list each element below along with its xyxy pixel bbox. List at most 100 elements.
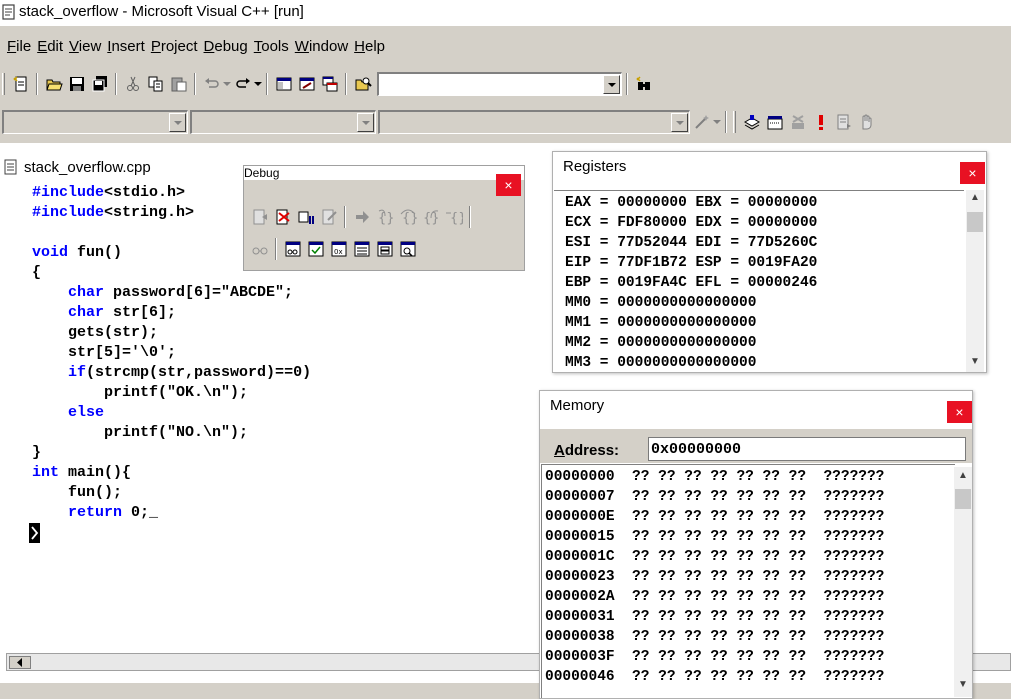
execute-button[interactable] [809, 111, 832, 133]
debug-break-button[interactable] [294, 206, 317, 228]
window-list-button[interactable] [318, 73, 341, 95]
stop-debugging-icon [276, 209, 290, 225]
code-line[interactable]: str[5]='\0'; [32, 343, 311, 363]
debug-apply-changes-button[interactable] [317, 206, 340, 228]
call-stack-button[interactable] [373, 238, 396, 260]
registers-scroll-thumb[interactable] [967, 212, 983, 232]
find-in-files-button[interactable] [351, 73, 374, 95]
find-combo[interactable] [377, 72, 622, 96]
toolbar-grip[interactable] [2, 73, 5, 95]
memory-button[interactable] [350, 238, 373, 260]
step-into-button[interactable]: {} [373, 206, 396, 228]
caret-icon [31, 526, 39, 540]
code-line[interactable]: char str[6]; [32, 303, 311, 323]
stop-build-button[interactable] [786, 111, 809, 133]
go-button[interactable] [832, 111, 855, 133]
registers-vertical-scrollbar[interactable]: ▲ ▼ [966, 190, 984, 372]
menu-edit[interactable]: Edit [34, 38, 66, 55]
memory-vertical-scrollbar[interactable]: ▲ ▼ [954, 467, 972, 697]
code-line[interactable]: } [32, 443, 311, 463]
code-line[interactable]: else [32, 403, 311, 423]
copy-button[interactable] [144, 73, 167, 95]
register-line: MM0 = 0000000000000000 [565, 295, 757, 311]
compile-button[interactable] [740, 111, 763, 133]
quickwatch-button[interactable] [248, 238, 271, 260]
menu-debug[interactable]: Debug [201, 38, 251, 55]
code-line[interactable]: return 0;_ [32, 503, 311, 523]
menu-file[interactable]: File [4, 38, 34, 55]
memory-row: 00000000 ?? ?? ?? ?? ?? ?? ?? ??????? [545, 467, 955, 487]
memory-row: 0000000E ?? ?? ?? ?? ?? ?? ?? ??????? [545, 507, 955, 527]
new-file-icon [12, 76, 26, 92]
registers-button[interactable]: 0x [327, 238, 350, 260]
output-button[interactable] [295, 73, 318, 95]
redo-dropdown[interactable] [254, 73, 262, 95]
disassembly-button[interactable] [396, 238, 419, 260]
save-all-button[interactable] [88, 73, 111, 95]
menu-project[interactable]: Project [148, 38, 201, 55]
paste-button[interactable] [167, 73, 190, 95]
debug-restart-button[interactable] [248, 206, 271, 228]
undo-button[interactable] [200, 73, 223, 95]
watch-button[interactable] [281, 238, 304, 260]
cut-button[interactable] [121, 73, 144, 95]
save-button[interactable] [65, 73, 88, 95]
svg-text:0x: 0x [334, 248, 343, 256]
memory-address: 0000001C [545, 549, 615, 565]
member-combo[interactable] [378, 110, 690, 134]
output-icon [299, 77, 314, 91]
menu-window[interactable]: Window [292, 38, 351, 55]
scroll-up-icon[interactable]: ▲ [966, 192, 984, 208]
code-line[interactable]: char password[6]="ABCDE"; [32, 283, 311, 303]
step-over-button[interactable]: {} [396, 206, 419, 228]
run-to-cursor-button[interactable]: {} [442, 206, 465, 228]
workspace-icon [276, 77, 291, 91]
menu-tools[interactable]: Tools [251, 38, 292, 55]
address-label: Address: [554, 442, 620, 459]
find-button[interactable] [632, 73, 655, 95]
memory-address: 00000031 [545, 609, 615, 625]
member-combo-dropdown[interactable] [671, 113, 688, 132]
filter-combo[interactable] [190, 110, 376, 134]
registers-close-button[interactable]: × [960, 162, 985, 184]
debug-stop-button[interactable] [271, 206, 294, 228]
scroll-down-icon[interactable]: ▼ [954, 679, 972, 695]
register-line: EBP = 0019FA4C EFL = 00000246 [565, 275, 818, 291]
step-out-button[interactable]: {} [419, 206, 442, 228]
standard-toolbar [0, 68, 760, 100]
breakpoint-button[interactable] [855, 111, 878, 133]
build-button[interactable] [763, 111, 786, 133]
code-line[interactable]: printf("NO.\n"); [32, 423, 311, 443]
workspace-button[interactable] [272, 73, 295, 95]
wizard-action-dropdown[interactable] [713, 111, 721, 133]
code-line[interactable]: if(strcmp(str,password)==0) [32, 363, 311, 383]
class-combo[interactable] [2, 110, 188, 134]
menu-view[interactable]: View [66, 38, 104, 55]
redo-button[interactable] [231, 73, 254, 95]
open-folder-icon [45, 79, 63, 91]
class-combo-dropdown[interactable] [169, 113, 186, 132]
menu-help[interactable]: Help [351, 38, 388, 55]
open-button[interactable] [42, 73, 65, 95]
show-next-statement-button[interactable] [350, 206, 373, 228]
code-line[interactable]: int main(){ [32, 463, 311, 483]
build-icon [767, 116, 782, 130]
scroll-left-button[interactable] [9, 656, 31, 669]
wizard-action-button[interactable] [690, 111, 713, 133]
code-line[interactable]: fun(); [32, 483, 311, 503]
scroll-up-icon[interactable]: ▲ [954, 470, 972, 486]
new-file-button[interactable] [9, 73, 32, 95]
find-combo-dropdown[interactable] [603, 75, 620, 94]
undo-dropdown[interactable] [223, 73, 231, 95]
variables-button[interactable] [304, 238, 327, 260]
svg-text:{}: {} [450, 211, 463, 226]
scroll-down-icon[interactable]: ▼ [966, 356, 984, 372]
filter-combo-dropdown[interactable] [357, 113, 374, 132]
memory-scroll-thumb[interactable] [955, 489, 971, 509]
menu-insert[interactable]: Insert [104, 38, 148, 55]
debug-close-button[interactable]: × [496, 174, 521, 196]
memory-close-button[interactable]: × [947, 401, 972, 423]
code-line[interactable]: gets(str); [32, 323, 311, 343]
address-input[interactable]: 0x00000000 [648, 437, 966, 461]
code-line[interactable]: printf("OK.\n"); [32, 383, 311, 403]
